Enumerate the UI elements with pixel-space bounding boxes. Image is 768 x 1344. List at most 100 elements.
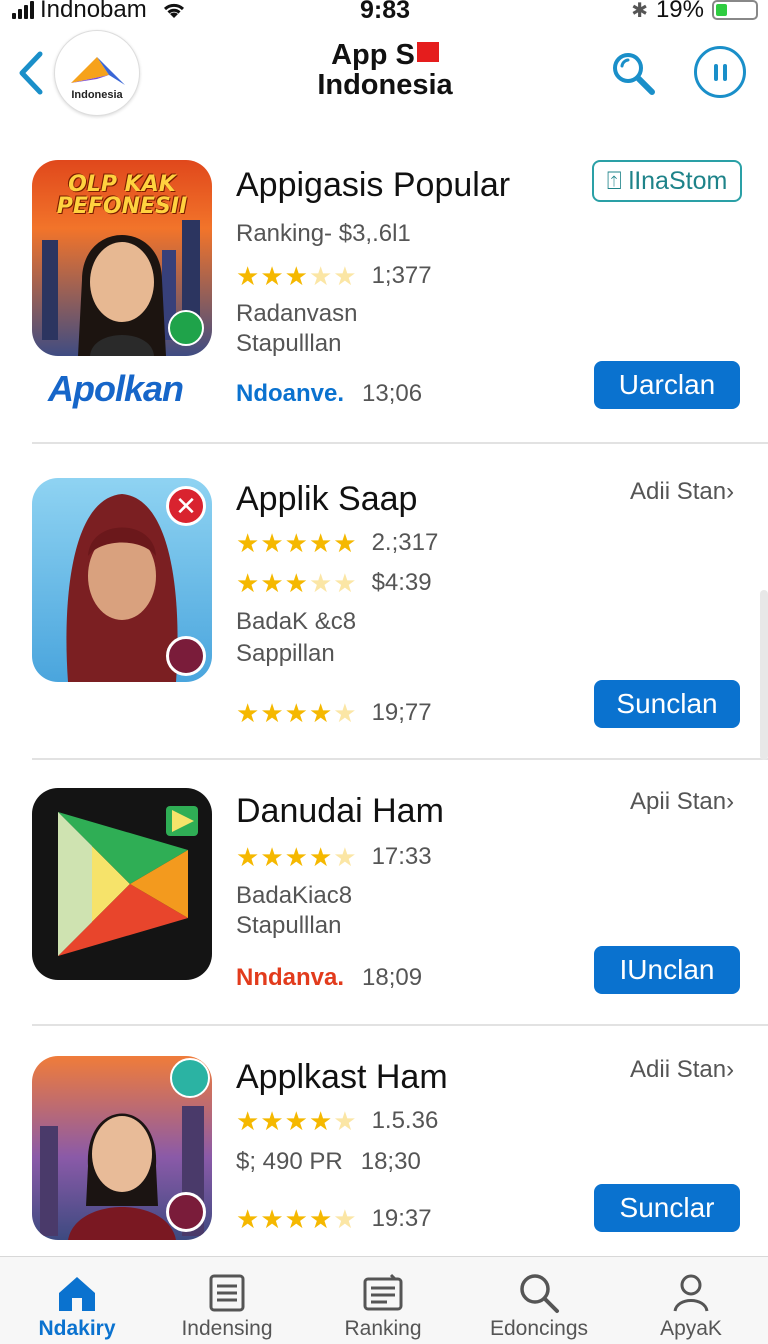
star-icon: ★ (236, 1106, 261, 1136)
ranking-text: Ranking- $3,.6l1 (236, 220, 411, 247)
rating-count: 19:37 (371, 1205, 432, 1232)
star-icon: ★ (260, 698, 285, 728)
star-icon: ★ (236, 698, 261, 728)
star-icon: ★ (333, 528, 358, 558)
tab-bar: Ndakiry Indensing Ranking Edoncings Apya… (0, 1256, 768, 1344)
star-rating: ★★★★★ (236, 1204, 358, 1235)
bluetooth-icon: ✱ (631, 0, 648, 22)
star-rating: ★★★★★ (236, 568, 358, 599)
description-line: Sappillan (236, 640, 335, 667)
signal-icon (12, 1, 34, 19)
side-link[interactable]: Adii Stan› (630, 478, 734, 506)
star-icon: ★ (284, 568, 309, 598)
star-icon: ★ (284, 698, 309, 728)
app-icon[interactable] (32, 1056, 212, 1240)
page-title: App S Indonesia (260, 40, 510, 100)
scrollbar[interactable] (760, 590, 768, 760)
description-line: Stapulllan (236, 912, 342, 939)
app-name[interactable]: Applik Saap (236, 480, 417, 519)
divider (32, 442, 768, 444)
star-icon: ★ (333, 1106, 358, 1136)
star-icon: ★ (308, 698, 334, 728)
publisher-name[interactable]: Ndoanve. (236, 380, 344, 407)
chevron-right-icon: › (726, 788, 735, 815)
publisher-value: 13;06 (362, 380, 423, 407)
title-line-1: App S (331, 39, 415, 71)
star-icon: ★ (333, 842, 358, 872)
logo-label: Indonesia (71, 89, 123, 101)
clock: 9:83 (360, 0, 411, 24)
person-icon (673, 1274, 709, 1312)
battery-percent: 19% (655, 0, 704, 23)
status-right: ✱ 19% (631, 0, 758, 24)
star-icon: ★ (236, 568, 261, 598)
app-row[interactable]: Danudai Ham Apii Stan› ★★★★★ 17:33 BadaKi… (0, 788, 768, 1028)
wifi-icon (163, 3, 184, 18)
side-link[interactable]: Apii Stan› (630, 788, 734, 816)
tab-label: Ndakiry (38, 1317, 116, 1340)
brand-wordmark: Apolkan (48, 368, 184, 409)
get-button[interactable]: Sunclar (594, 1184, 740, 1232)
title-line-2: Indonesia (317, 69, 453, 101)
tab-ranking[interactable]: Ranking (306, 1257, 460, 1344)
star-icon: ★ (308, 1204, 334, 1234)
star-rating: ★★★★★ (236, 698, 358, 729)
tab-indexing[interactable]: Indensing (150, 1257, 304, 1344)
star-icon: ★ (284, 1106, 309, 1136)
side-link[interactable]: Adii Stan› (630, 1056, 734, 1084)
publisher-line: Nndanva. 18;09 (236, 964, 422, 992)
store-link-button[interactable]: ⍐ lInaStom (592, 160, 742, 202)
app-name[interactable]: Danudai Ham (236, 792, 444, 831)
status-bar: Indnobam 9:83 ✱ 19% (0, 0, 768, 24)
back-chevron-icon[interactable] (14, 48, 48, 98)
publisher-name[interactable]: Nndanva. (236, 964, 344, 991)
tab-profile[interactable]: ApyaK (614, 1257, 768, 1344)
app-icon[interactable] (32, 788, 212, 980)
get-button[interactable]: Sunclan (594, 680, 740, 728)
star-rating: ★★★★★ (236, 1106, 358, 1137)
app-name[interactable]: Applkast Ham (236, 1058, 448, 1097)
get-button[interactable]: IUnclan (594, 946, 740, 994)
get-button[interactable]: Uarclan (594, 361, 740, 409)
star-icon: ★ (236, 842, 261, 872)
home-icon (59, 1277, 95, 1311)
star-icon: ★ (333, 1204, 358, 1234)
price-value: 18;30 (360, 1148, 421, 1175)
app-icon[interactable]: ✕ (32, 478, 212, 682)
description-line: Radanvasn (236, 300, 358, 327)
tab-home[interactable]: Ndakiry (0, 1257, 154, 1344)
app-row[interactable]: ✕ Applik Saap Adii Stan› ★★★★★ 2.;317 ★★★… (0, 474, 768, 760)
app-row[interactable]: OLP KAK PEFONESII Apolkan Appigasis Popu… (0, 158, 768, 444)
star-icon: ★ (308, 568, 334, 598)
app-name[interactable]: Appigasis Popular (236, 166, 510, 205)
price-text: $4:39 (371, 569, 432, 596)
rating-count: 2.;317 (371, 529, 439, 556)
tab-label: Ranking (344, 1317, 422, 1340)
price-text: $; 490 PR (236, 1148, 343, 1175)
rating-count: 17:33 (371, 843, 432, 870)
flag-icon (416, 42, 439, 62)
rating-line: ★★★★★ 17:33 (236, 842, 432, 873)
chevron-right-icon: › (726, 1056, 735, 1083)
app-row[interactable]: Applkast Ham Adii Stan› ★★★★★ 1.5.36 $; 4… (0, 1054, 768, 1254)
star-icon: ★ (284, 528, 309, 558)
tab-search[interactable]: Edoncings (462, 1257, 616, 1344)
divider (32, 1024, 768, 1026)
star-icon: ★ (284, 842, 309, 872)
rating-count: 1.5.36 (371, 1107, 439, 1134)
side-link-label: Adii Stan (630, 1056, 727, 1083)
star-icon: ★ (308, 261, 334, 291)
app-icon[interactable]: OLP KAK PEFONESII (32, 160, 212, 356)
hourglass-icon (166, 636, 206, 676)
search-icon[interactable] (608, 48, 658, 98)
rating-line: ★★★★★ $4:39 (236, 568, 432, 599)
badge-icon (168, 310, 204, 346)
rating-line: ★★★★★ 19:37 (236, 1204, 432, 1235)
pause-button[interactable] (694, 46, 746, 98)
star-icon: ★ (260, 842, 285, 872)
close-icon[interactable]: ✕ (166, 486, 206, 526)
chat-icon (170, 1058, 210, 1098)
star-icon: ★ (308, 528, 334, 558)
hourglass-icon (166, 1192, 206, 1232)
store-logo[interactable]: Indonesia (54, 30, 140, 116)
